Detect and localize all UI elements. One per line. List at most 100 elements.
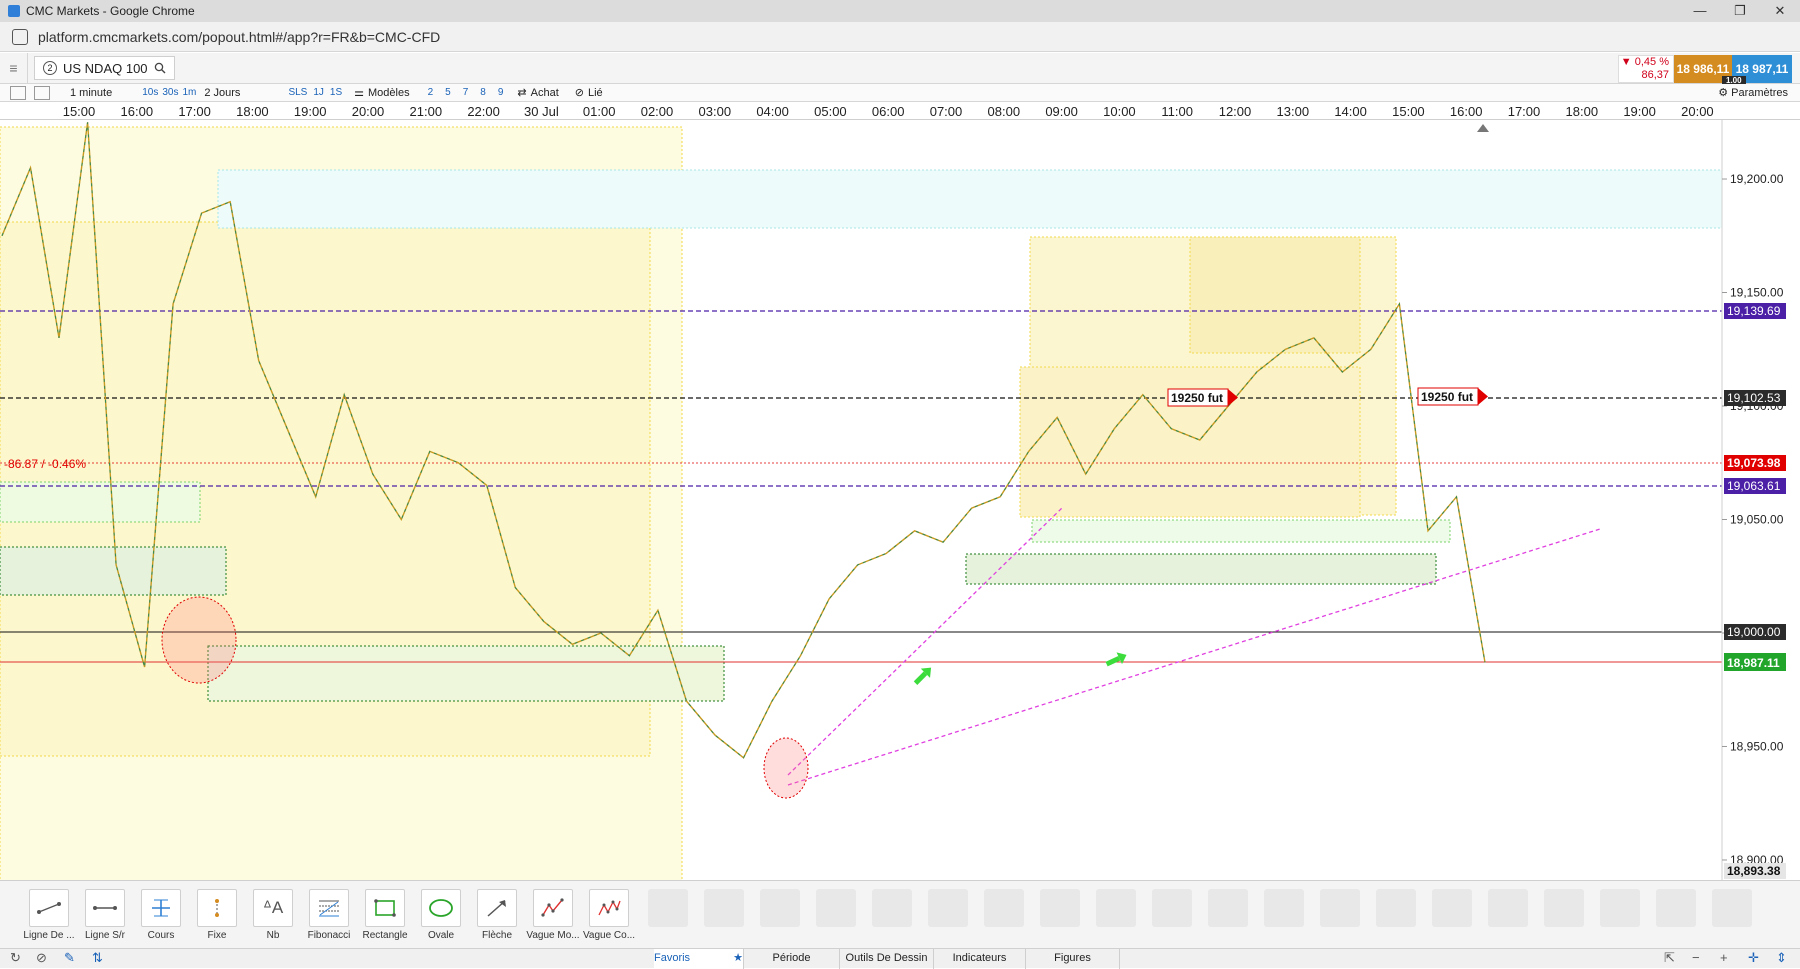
sls-button[interactable]: SLS	[288, 87, 307, 98]
rectangle-tool-label: Rectangle	[362, 930, 408, 941]
settings-button[interactable]: ⚙ Paramètres	[1718, 86, 1788, 99]
buy-button[interactable]: 18 987,11 1.00	[1722, 55, 1792, 85]
zoom-in-icon[interactable]: +	[1720, 950, 1728, 965]
time-tick-label: 21:00	[409, 104, 443, 119]
empty-tool-slot[interactable]	[1544, 889, 1584, 927]
empty-tool-slot[interactable]	[1600, 889, 1640, 927]
count-7[interactable]: 7	[463, 87, 469, 98]
fit-icon[interactable]: ⇱	[1664, 950, 1675, 966]
empty-tool-slot[interactable]	[704, 889, 744, 927]
buy-order-icon[interactable]: ⇄	[517, 86, 526, 99]
interval-10s[interactable]: 10s	[142, 87, 158, 98]
empty-tool-slot[interactable]	[1096, 889, 1136, 927]
empty-tool-slot[interactable]	[1488, 889, 1528, 927]
search-icon[interactable]	[154, 62, 166, 74]
empty-tool-slot[interactable]	[1432, 889, 1472, 927]
zone-green-mid	[207, 645, 725, 702]
empty-tool-slot[interactable]	[928, 889, 968, 927]
url-text[interactable]: platform.cmcmarkets.com/popout.html#/app…	[38, 29, 440, 45]
link-icon[interactable]: ⊘	[575, 86, 584, 99]
time-tick-label: 18:00	[236, 104, 269, 119]
expand-icon[interactable]: ⇕	[1776, 950, 1787, 966]
time-tick-label: 04:00	[756, 104, 789, 119]
magnet-icon[interactable]: ⇅	[92, 950, 103, 966]
time-tick-label: 30 Jul	[524, 104, 559, 119]
templates-button[interactable]: Modèles	[368, 87, 410, 99]
sr-line-tool-label: Ligne S/r	[84, 930, 126, 941]
time-tick-label: 20:00	[351, 104, 385, 119]
empty-tool-slot[interactable]	[1376, 889, 1416, 927]
instrument-tab[interactable]: 2 US NDAQ 100	[34, 56, 175, 80]
empty-tool-slot[interactable]	[648, 889, 688, 927]
fut-tag-1: 19250 fut	[1167, 388, 1238, 407]
layout-icon[interactable]	[34, 85, 50, 100]
address-bar[interactable]: platform.cmcmarkets.com/popout.html#/app…	[0, 22, 1800, 52]
count-9[interactable]: 9	[498, 87, 504, 98]
zoom-out-icon[interactable]: −	[1692, 950, 1700, 965]
link-button[interactable]: Lié	[588, 87, 603, 99]
oval-tool-icon	[429, 899, 453, 917]
chart-type-icon[interactable]	[10, 85, 26, 100]
scroll-home-icon[interactable]	[1477, 124, 1489, 132]
fixed-tool[interactable]: Fixe	[190, 889, 244, 941]
text-tool[interactable]: ᐞA Nb	[246, 889, 300, 941]
interval-30s[interactable]: 30s	[162, 87, 178, 98]
minimize-button[interactable]: —	[1680, 3, 1720, 19]
fibonacci-tool[interactable]: Fibonacci	[302, 889, 356, 941]
maximize-button[interactable]: ❐	[1720, 3, 1760, 19]
refresh-icon[interactable]: ↻	[10, 950, 21, 966]
arrow-tool[interactable]: Flèche	[470, 889, 524, 941]
empty-tool-slot[interactable]	[760, 889, 800, 927]
price-chart[interactable]: -86.87 / -0.46% 19250 fut 19250 fut 19,2…	[0, 120, 1800, 880]
sr-line-tool[interactable]: Ligne S/r	[78, 889, 132, 941]
count-8[interactable]: 8	[480, 87, 486, 98]
empty-tool-slot[interactable]	[1152, 889, 1192, 927]
gear-icon: ⚙	[1718, 87, 1732, 99]
range-select[interactable]: 2 Jours	[204, 87, 240, 99]
range-1s[interactable]: 1S	[330, 87, 342, 98]
chart-canvas[interactable]: -86.87 / -0.46% 19250 fut 19250 fut 19,2…	[0, 120, 1800, 880]
empty-tool-slot[interactable]	[1712, 889, 1752, 927]
empty-tool-slot[interactable]	[816, 889, 856, 927]
count-5[interactable]: 5	[445, 87, 451, 98]
buy-order-button[interactable]: Achat	[531, 87, 559, 99]
oval-tool[interactable]: Ovale	[414, 889, 468, 941]
pencil-icon[interactable]: ✎	[64, 950, 75, 966]
hamburger-menu-icon[interactable]: ≡	[0, 52, 28, 84]
instrument-toolbar: ≡ 2 US NDAQ 100 ▼ 0,45 % 86,37 18 986,11…	[0, 52, 1800, 85]
time-tick-label: 06:00	[871, 104, 905, 119]
empty-tool-slot[interactable]	[872, 889, 912, 927]
empty-tool-slot[interactable]	[1320, 889, 1360, 927]
empty-tool-slot[interactable]	[1040, 889, 1080, 927]
empty-tool-slot[interactable]	[984, 889, 1024, 927]
wave-motive-tool[interactable]: Vague Mo...	[526, 889, 580, 941]
tab-indicators[interactable]: Indicateurs	[934, 949, 1026, 969]
timeframe-select[interactable]: 1 minute	[70, 87, 112, 99]
templates-icon[interactable]: ⚌	[354, 86, 364, 99]
cancel-icon[interactable]: ⊘	[36, 950, 47, 966]
wave-corrective-tool[interactable]: Vague Co...	[582, 889, 636, 941]
chart-toolbar: 1 minute 10s 30s 1m 2 Jours SLS 1J 1S ⚌ …	[0, 84, 1800, 102]
line-tool[interactable]: Ligne De ...	[22, 889, 76, 941]
price-tool[interactable]: Cours	[134, 889, 188, 941]
count-2[interactable]: 2	[428, 87, 434, 98]
empty-tool-slot[interactable]	[1656, 889, 1696, 927]
empty-tool-slot[interactable]	[1264, 889, 1304, 927]
close-button[interactable]: ✕	[1760, 3, 1800, 19]
tab-drawing-tools[interactable]: Outils De Dessin	[840, 949, 934, 969]
interval-1m[interactable]: 1m	[182, 87, 196, 98]
time-tick-label: 19:00	[1623, 104, 1656, 119]
time-tick-label: 02:00	[640, 104, 674, 119]
time-tick-label: 13:00	[1276, 104, 1310, 119]
range-1j[interactable]: 1J	[313, 87, 324, 98]
site-settings-icon[interactable]	[12, 28, 28, 45]
empty-tool-slot[interactable]	[1208, 889, 1248, 927]
wave-motive-tool-label: Vague Mo...	[526, 930, 580, 941]
crosshair-icon[interactable]: ✛	[1748, 950, 1759, 966]
tab-period[interactable]: Période	[744, 949, 840, 969]
tab-figures[interactable]: Figures	[1026, 949, 1120, 969]
tag-purple-low: 19,063.61	[1727, 479, 1781, 493]
rectangle-tool[interactable]: Rectangle	[358, 889, 412, 941]
sr-line-tool-icon	[93, 906, 117, 910]
tab-favorites[interactable]: Favoris ★	[654, 949, 744, 969]
